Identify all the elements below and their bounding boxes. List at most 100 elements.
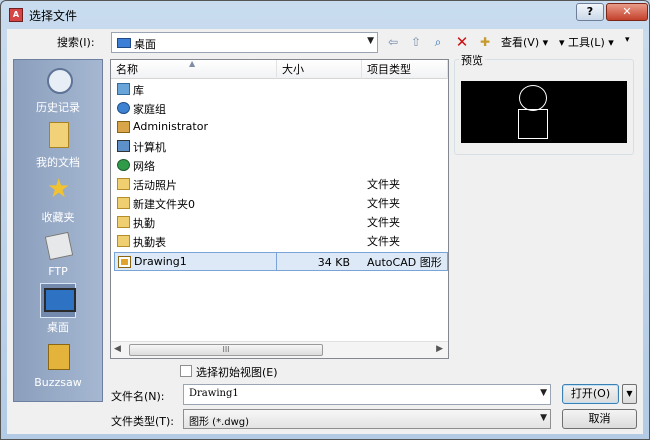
- file-size: 34 KB: [277, 252, 362, 271]
- place-label: 我的文档: [36, 156, 80, 169]
- column-header: 名称 ▲ 大小 项目类型: [111, 59, 448, 79]
- documents-icon: [41, 119, 75, 152]
- file-type: 文件夹: [367, 216, 400, 229]
- places-bar: 历史记录 我的文档 收藏夹 FTP 桌面 Buzzsaw: [13, 59, 103, 402]
- filename-label: 文件名(N):: [111, 390, 165, 403]
- file-name: 家庭组: [133, 103, 166, 116]
- name-cell: 新建文件夹0: [114, 194, 277, 213]
- name-cell: Administrator: [114, 118, 277, 137]
- computer-icon: [117, 140, 130, 152]
- horizontal-scrollbar[interactable]: ◀ III ▶: [111, 341, 448, 358]
- name-cell: 执勤: [114, 213, 277, 232]
- file-type: AutoCAD 图形: [362, 252, 448, 271]
- name-cell: 活动照片: [114, 175, 277, 194]
- file-row[interactable]: Administrator: [111, 118, 448, 137]
- look-in-label: 搜索(I):: [57, 36, 95, 49]
- preview-rectangle-shape: [518, 109, 548, 139]
- scroll-left-icon[interactable]: ◀: [114, 344, 121, 354]
- sort-ascending-icon: ▲: [189, 59, 196, 68]
- dwg-file-icon: [118, 256, 131, 268]
- folder-icon: [117, 216, 130, 228]
- file-row-selected[interactable]: Drawing1 34 KB AutoCAD 图形: [111, 252, 448, 271]
- file-row[interactable]: 网络: [111, 156, 448, 175]
- folder-icon: [117, 178, 130, 190]
- place-history[interactable]: 历史记录: [14, 64, 102, 119]
- file-name: 活动照片: [133, 179, 177, 192]
- tools-menu[interactable]: ▾ 工具(L) ▾: [559, 34, 614, 50]
- file-type: 文件夹: [367, 235, 400, 248]
- place-documents[interactable]: 我的文档: [14, 119, 102, 174]
- back-icon[interactable]: ⇦: [384, 34, 402, 51]
- place-ftp[interactable]: FTP: [14, 230, 102, 285]
- initial-view-checkbox[interactable]: [180, 365, 192, 377]
- place-label: 桌面: [47, 321, 69, 334]
- buzzsaw-icon: [41, 341, 75, 374]
- place-label: 历史记录: [36, 101, 80, 114]
- open-button[interactable]: 打开(O): [562, 384, 619, 404]
- name-cell: 网络: [114, 156, 277, 175]
- drawing-preview-image: [461, 81, 627, 143]
- file-name: 库: [133, 84, 144, 97]
- place-desktop[interactable]: 桌面: [14, 283, 102, 339]
- file-row[interactable]: 库: [111, 80, 448, 99]
- filename-value: Drawing1: [189, 388, 239, 399]
- place-label: Buzzsaw: [34, 376, 82, 389]
- desktop-folder-icon: [117, 38, 131, 48]
- chevron-down-icon[interactable]: ▼: [540, 413, 547, 423]
- filetype-label: 文件类型(T):: [111, 415, 175, 428]
- delete-icon[interactable]: ✕: [453, 34, 471, 51]
- file-row[interactable]: 执勤表 文件夹: [111, 232, 448, 251]
- preview-title: 预览: [459, 52, 485, 68]
- folder-icon: [117, 197, 130, 209]
- file-name: 执勤: [133, 217, 155, 230]
- autocad-app-icon: A: [9, 8, 23, 22]
- history-icon: [41, 64, 75, 97]
- close-button[interactable]: ✕: [606, 3, 648, 21]
- column-name[interactable]: 名称 ▲: [111, 59, 277, 79]
- place-buzzsaw[interactable]: Buzzsaw: [14, 341, 102, 396]
- user-folder-icon: [117, 121, 130, 133]
- filename-field[interactable]: Drawing1 ▼: [183, 384, 551, 405]
- file-row[interactable]: 计算机: [111, 137, 448, 156]
- place-label: 收藏夹: [41, 211, 75, 224]
- library-icon: [117, 83, 130, 95]
- file-row[interactable]: 执勤 文件夹: [111, 213, 448, 232]
- file-type: 文件夹: [367, 178, 400, 191]
- look-in-dropdown[interactable]: 桌面 ▼: [111, 32, 378, 53]
- initial-view-label[interactable]: 选择初始视图(E): [196, 364, 278, 380]
- scrollbar-thumb[interactable]: III: [129, 344, 323, 356]
- folder-icon: [117, 235, 130, 247]
- filetype-value: 图形 (*.dwg): [189, 417, 250, 428]
- file-row[interactable]: 家庭组: [111, 99, 448, 118]
- cancel-button[interactable]: 取消: [562, 409, 637, 429]
- file-name: 新建文件夹0: [133, 198, 195, 211]
- desktop-icon: [40, 283, 76, 318]
- name-cell: 执勤表: [114, 232, 277, 251]
- name-cell: 计算机: [114, 137, 277, 156]
- views-menu[interactable]: 查看(V) ▾: [501, 34, 548, 50]
- ftp-icon: [41, 230, 75, 263]
- file-list[interactable]: 名称 ▲ 大小 项目类型 库 家庭组 Administrator 计算机 网络 …: [110, 59, 449, 359]
- chevron-down-icon[interactable]: ▼: [367, 36, 374, 46]
- help-button[interactable]: ?: [576, 3, 604, 21]
- file-name: Administrator: [133, 120, 208, 133]
- up-folder-icon[interactable]: ⇧: [407, 34, 425, 51]
- favorites-icon: [41, 174, 75, 207]
- column-type[interactable]: 项目类型: [362, 60, 448, 79]
- filetype-select[interactable]: 图形 (*.dwg) ▼: [183, 409, 551, 429]
- more-options-icon[interactable]: ▾: [625, 35, 630, 45]
- place-favorites[interactable]: 收藏夹: [14, 174, 102, 229]
- column-name-label: 名称: [116, 63, 138, 76]
- new-folder-icon[interactable]: ✚: [476, 34, 494, 51]
- open-options-dropdown-icon[interactable]: ▼: [622, 384, 637, 404]
- dialog-body: 搜索(I): 桌面 ▼ ⇦ ⇧ ⌕ ✕ ✚ 查看(V) ▾ ▾ 工具(L) ▾ …: [7, 29, 643, 434]
- column-size[interactable]: 大小: [277, 60, 362, 79]
- scroll-right-icon[interactable]: ▶: [436, 344, 443, 354]
- file-name: 计算机: [133, 141, 166, 154]
- file-row[interactable]: 活动照片 文件夹: [111, 175, 448, 194]
- search-web-icon[interactable]: ⌕: [429, 34, 447, 51]
- homegroup-icon: [117, 102, 130, 114]
- file-row[interactable]: 新建文件夹0 文件夹: [111, 194, 448, 213]
- file-name: 网络: [133, 160, 155, 173]
- chevron-down-icon[interactable]: ▼: [540, 388, 547, 398]
